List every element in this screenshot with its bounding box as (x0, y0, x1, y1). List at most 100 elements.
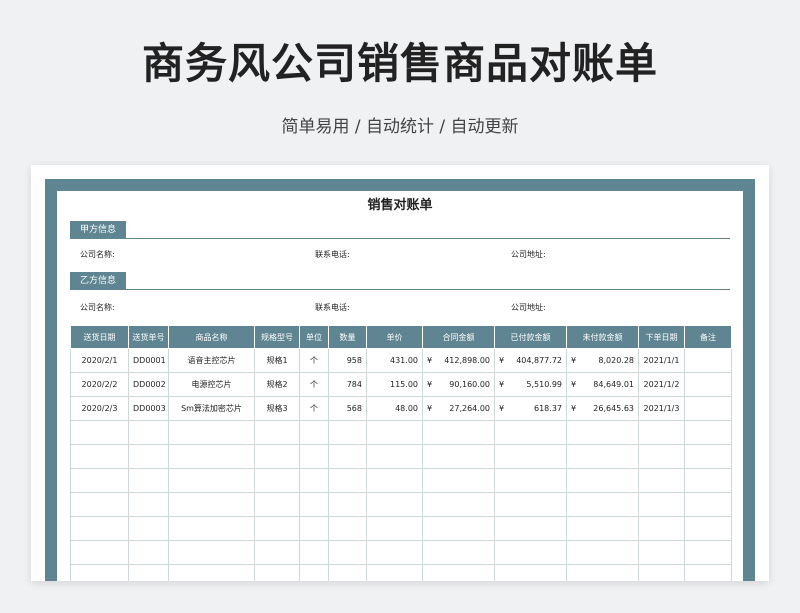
empty-cell[interactable] (638, 444, 685, 469)
cell-contract-amount[interactable]: ¥27,264.00 (422, 396, 495, 421)
cell-spec[interactable]: 规格1 (254, 348, 300, 373)
empty-cell[interactable] (422, 516, 495, 541)
empty-cell[interactable] (254, 468, 300, 493)
cell-unpaid-amount[interactable]: ¥26,645.63 (566, 396, 639, 421)
cell-delivery-no[interactable]: DD0001 (128, 348, 169, 373)
cell-paid-amount[interactable]: ¥404,877.72 (494, 348, 567, 373)
empty-cell[interactable] (566, 516, 639, 541)
empty-cell[interactable] (328, 420, 367, 445)
cell-remark[interactable] (684, 348, 732, 373)
empty-cell[interactable] (638, 540, 685, 565)
cell-order-date[interactable]: 2021/1/1 (638, 348, 685, 373)
empty-cell[interactable] (422, 492, 495, 517)
cell-unpaid-amount[interactable]: ¥8,020.28 (566, 348, 639, 373)
empty-cell[interactable] (366, 564, 423, 581)
empty-cell[interactable] (494, 444, 567, 469)
empty-cell[interactable] (128, 444, 169, 469)
empty-cell[interactable] (638, 468, 685, 493)
empty-cell[interactable] (366, 444, 423, 469)
empty-cell[interactable] (566, 540, 639, 565)
empty-cell[interactable] (366, 420, 423, 445)
empty-cell[interactable] (684, 564, 732, 581)
empty-cell[interactable] (299, 540, 329, 565)
cell-quantity[interactable]: 958 (328, 348, 367, 373)
empty-cell[interactable] (566, 444, 639, 469)
empty-cell[interactable] (70, 444, 129, 469)
cell-unit[interactable]: 个 (299, 396, 329, 421)
empty-cell[interactable] (328, 444, 367, 469)
cell-delivery-date[interactable]: 2020/2/1 (70, 348, 129, 373)
empty-cell[interactable] (168, 420, 255, 445)
cell-product-name[interactable]: 语音主控芯片 (168, 348, 255, 373)
cell-delivery-date[interactable]: 2020/2/2 (70, 372, 129, 397)
cell-paid-amount[interactable]: ¥5,510.99 (494, 372, 567, 397)
empty-cell[interactable] (684, 492, 732, 517)
empty-cell[interactable] (254, 540, 300, 565)
empty-cell[interactable] (684, 468, 732, 493)
cell-order-date[interactable]: 2021/1/2 (638, 372, 685, 397)
cell-remark[interactable] (684, 396, 732, 421)
empty-cell[interactable] (328, 468, 367, 493)
empty-cell[interactable] (494, 540, 567, 565)
cell-delivery-date[interactable]: 2020/2/3 (70, 396, 129, 421)
empty-cell[interactable] (366, 468, 423, 493)
empty-cell[interactable] (128, 516, 169, 541)
empty-cell[interactable] (422, 468, 495, 493)
empty-cell[interactable] (328, 564, 367, 581)
empty-cell[interactable] (168, 540, 255, 565)
empty-cell[interactable] (684, 444, 732, 469)
empty-cell[interactable] (328, 516, 367, 541)
empty-cell[interactable] (168, 468, 255, 493)
cell-delivery-no[interactable]: DD0002 (128, 372, 169, 397)
empty-cell[interactable] (299, 564, 329, 581)
cell-unit-price[interactable]: 115.00 (366, 372, 423, 397)
cell-product-name[interactable]: Sm算法加密芯片 (168, 396, 255, 421)
empty-cell[interactable] (494, 420, 567, 445)
empty-cell[interactable] (168, 444, 255, 469)
empty-cell[interactable] (70, 492, 129, 517)
cell-unit[interactable]: 个 (299, 348, 329, 373)
cell-product-name[interactable]: 电源控芯片 (168, 372, 255, 397)
empty-cell[interactable] (328, 540, 367, 565)
empty-cell[interactable] (638, 516, 685, 541)
cell-delivery-no[interactable]: DD0003 (128, 396, 169, 421)
empty-cell[interactable] (684, 516, 732, 541)
empty-cell[interactable] (684, 420, 732, 445)
empty-cell[interactable] (566, 468, 639, 493)
cell-paid-amount[interactable]: ¥618.37 (494, 396, 567, 421)
empty-cell[interactable] (70, 564, 129, 581)
empty-cell[interactable] (422, 564, 495, 581)
empty-cell[interactable] (254, 564, 300, 581)
empty-cell[interactable] (168, 492, 255, 517)
empty-cell[interactable] (254, 492, 300, 517)
empty-cell[interactable] (299, 468, 329, 493)
empty-cell[interactable] (70, 516, 129, 541)
empty-cell[interactable] (494, 492, 567, 517)
empty-cell[interactable] (128, 540, 169, 565)
empty-cell[interactable] (494, 564, 567, 581)
empty-cell[interactable] (638, 492, 685, 517)
empty-cell[interactable] (494, 468, 567, 493)
empty-cell[interactable] (168, 516, 255, 541)
empty-cell[interactable] (366, 492, 423, 517)
empty-cell[interactable] (70, 420, 129, 445)
cell-order-date[interactable]: 2021/1/3 (638, 396, 685, 421)
cell-unpaid-amount[interactable]: ¥84,649.01 (566, 372, 639, 397)
empty-cell[interactable] (128, 564, 169, 581)
empty-cell[interactable] (168, 564, 255, 581)
empty-cell[interactable] (422, 444, 495, 469)
empty-cell[interactable] (299, 420, 329, 445)
empty-cell[interactable] (254, 516, 300, 541)
empty-cell[interactable] (638, 564, 685, 581)
empty-cell[interactable] (494, 516, 567, 541)
empty-cell[interactable] (566, 492, 639, 517)
empty-cell[interactable] (128, 468, 169, 493)
empty-cell[interactable] (299, 516, 329, 541)
empty-cell[interactable] (128, 492, 169, 517)
empty-cell[interactable] (422, 540, 495, 565)
cell-remark[interactable] (684, 372, 732, 397)
empty-cell[interactable] (684, 540, 732, 565)
cell-spec[interactable]: 规格3 (254, 396, 300, 421)
empty-cell[interactable] (254, 444, 300, 469)
empty-cell[interactable] (254, 420, 300, 445)
